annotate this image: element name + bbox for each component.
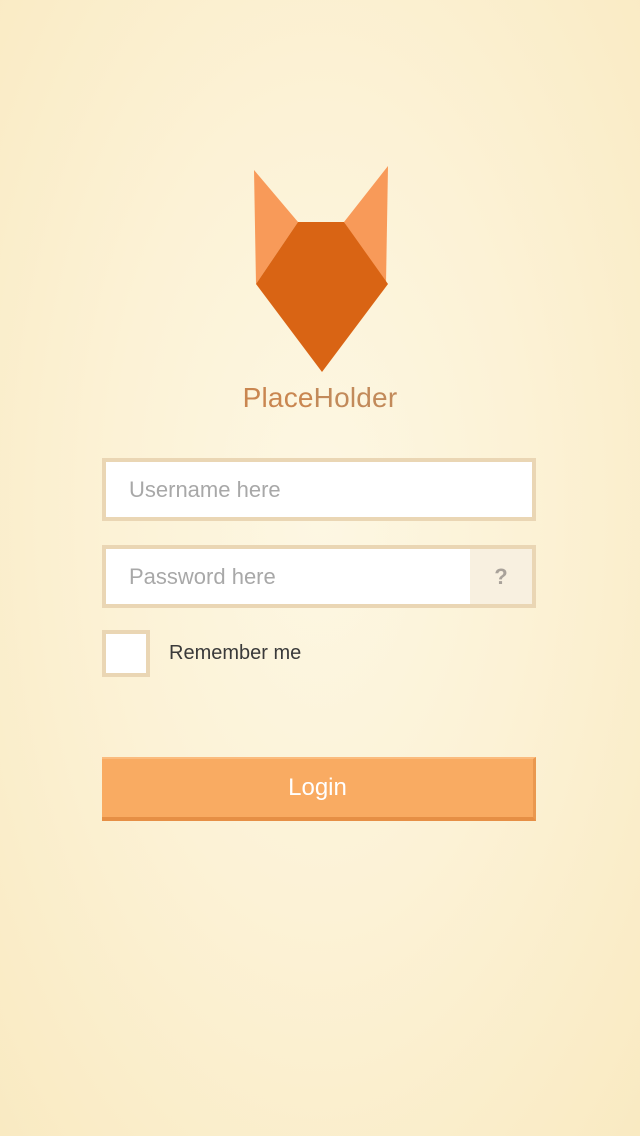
password-input[interactable] [106,549,470,604]
brand-title: PlaceHolder [0,382,640,414]
brand-title-part2: Holder [313,382,398,413]
remember-me-label: Remember me [169,642,302,664]
fox-logo-icon [254,166,388,372]
username-field [102,458,536,521]
password-help-button[interactable]: ? [470,549,532,604]
password-field: ? [102,545,536,608]
brand-title-part1: Place [242,382,314,413]
remember-me-checkbox[interactable] [102,630,150,677]
login-button[interactable]: Login [102,757,536,821]
username-input[interactable] [106,462,532,517]
remember-me-row: Remember me [102,630,301,677]
